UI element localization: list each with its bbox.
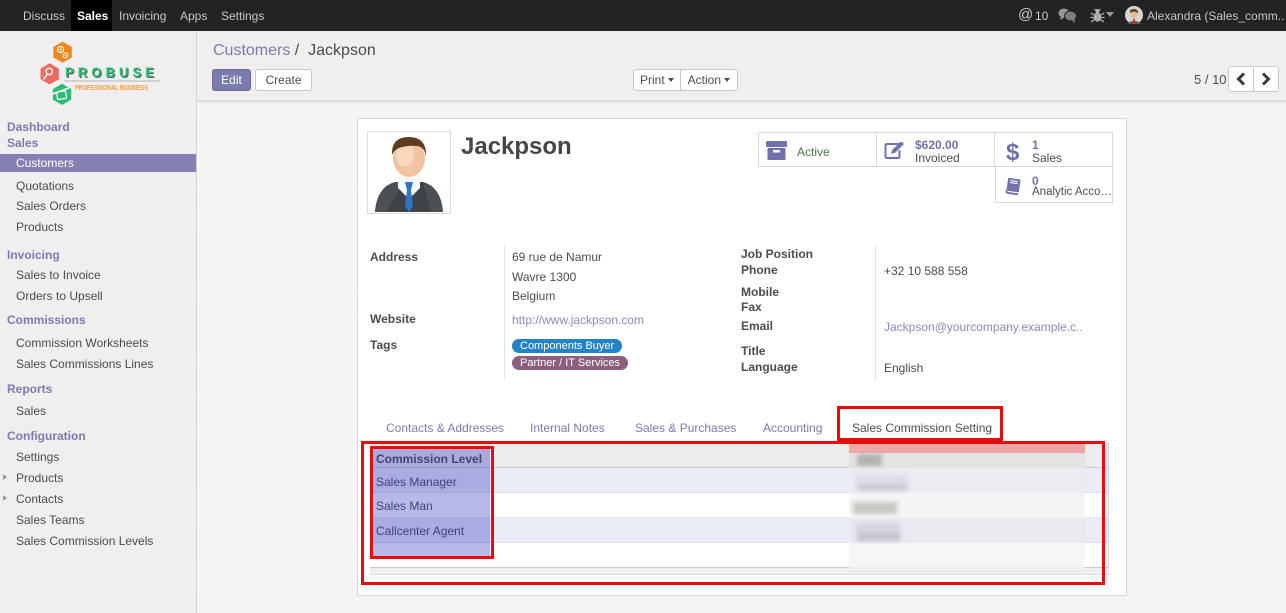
svg-text:PROBUSE: PROBUSE [65, 64, 158, 80]
svg-text:PROFESSIONAL BUSINESS: PROFESSIONAL BUSINESS [75, 85, 148, 92]
